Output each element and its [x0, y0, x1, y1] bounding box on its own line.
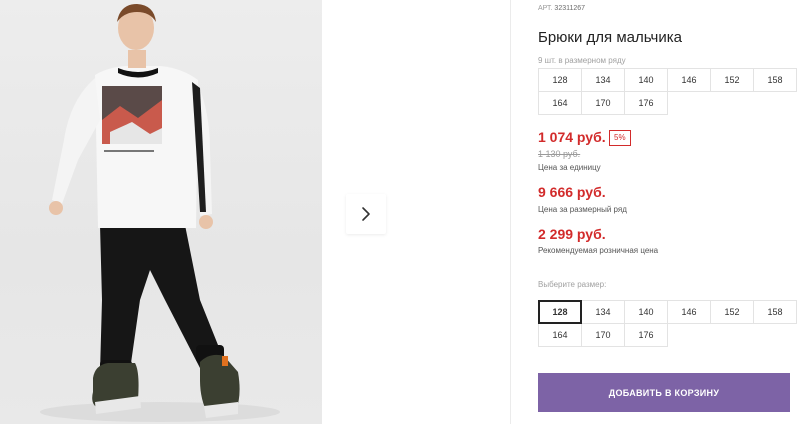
size-option[interactable]: 134 — [581, 300, 625, 324]
size-option[interactable]: 158 — [753, 300, 797, 324]
old-price: 1 130 руб. — [538, 149, 581, 159]
pack-size-cell: 128 — [538, 68, 582, 92]
product-photo[interactable] — [0, 0, 322, 424]
add-to-cart-button[interactable]: ДОБАВИТЬ В КОРЗИНУ — [538, 373, 790, 412]
product-info-panel: АРТ. 32311267 Брюки для мальчика 9 шт. в… — [538, 0, 800, 424]
pack-size-cell: 134 — [581, 68, 625, 92]
discount-badge: 5% — [609, 130, 631, 146]
product-gallery — [0, 0, 510, 424]
retail-price-caption: Рекомендуемая розничная цена — [538, 246, 659, 255]
product-photo-illustration — [40, 4, 280, 422]
sku-number: 32311267 — [554, 5, 586, 12]
product-title: Брюки для мальчика — [538, 29, 682, 46]
pack-size-cell: 164 — [538, 91, 582, 115]
size-option[interactable]: 146 — [667, 300, 711, 324]
pack-size-cell: 146 — [667, 68, 711, 92]
pack-size-cell: 152 — [710, 68, 754, 92]
pack-size-cell: 176 — [624, 91, 668, 115]
unit-price-caption: Цена за единицу — [538, 163, 601, 172]
unit-price: 1 074 руб. — [538, 129, 606, 145]
pack-price: 9 666 руб. — [538, 184, 606, 200]
size-option[interactable]: 170 — [581, 323, 625, 347]
chevron-right-icon — [362, 207, 370, 221]
size-option[interactable]: 140 — [624, 300, 668, 324]
size-selector: 128 134 140 146 152 158 164 170 176 — [538, 300, 797, 347]
size-option[interactable]: 164 — [538, 323, 582, 347]
pack-size-note: 9 шт. в размерном ряду — [538, 56, 626, 65]
pack-size-cell: 170 — [581, 91, 625, 115]
size-option-selected[interactable]: 128 — [538, 300, 582, 324]
pack-size-grid: 128 134 140 146 152 158 164 170 176 — [538, 68, 797, 115]
size-option[interactable]: 176 — [624, 323, 668, 347]
sku-line: АРТ. 32311267 — [538, 5, 585, 12]
panel-divider — [510, 0, 511, 424]
choose-size-label: Выберите размер: — [538, 280, 607, 289]
retail-price: 2 299 руб. — [538, 226, 606, 242]
pack-price-caption: Цена за размерный ряд — [538, 205, 627, 214]
pack-size-cell: 158 — [753, 68, 797, 92]
pack-size-cell: 140 — [624, 68, 668, 92]
size-option[interactable]: 152 — [710, 300, 754, 324]
next-image-button[interactable] — [346, 194, 386, 234]
sku-label: АРТ. — [538, 5, 553, 12]
